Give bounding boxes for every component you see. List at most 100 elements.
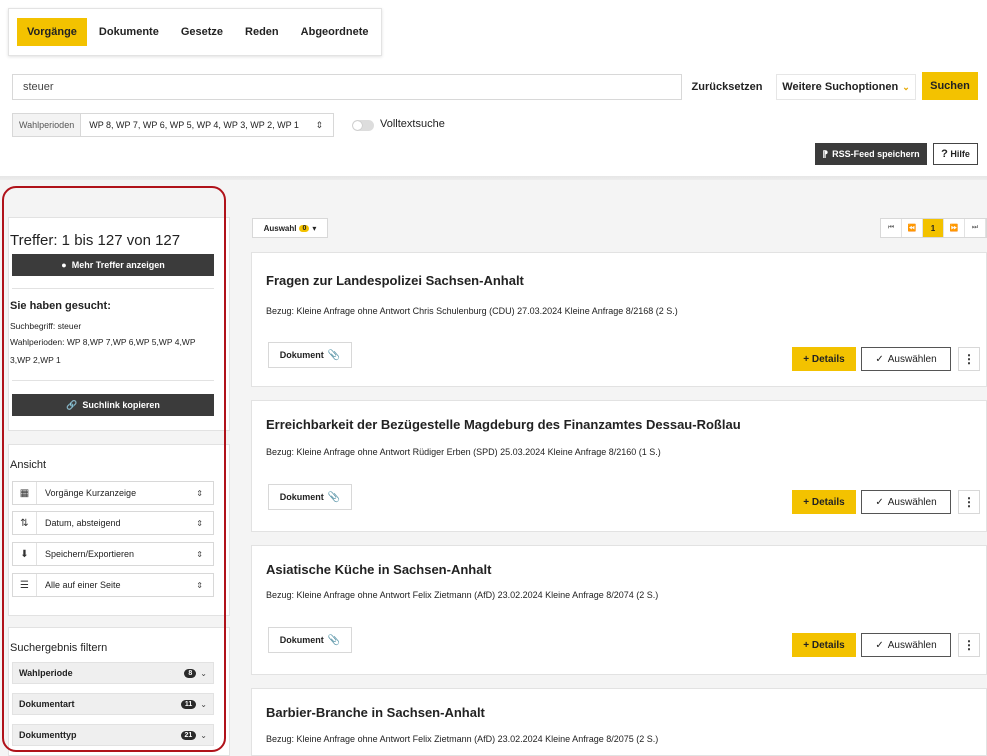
tab-gesetze[interactable]: Gesetze — [171, 18, 233, 46]
plus-circle-icon: ● — [61, 260, 67, 270]
filter-dokumenttyp[interactable]: Dokumenttyp 21 ⌄ — [12, 724, 214, 746]
view-select-label: Alle auf einer Seite — [45, 580, 121, 590]
view-select-display[interactable]: ▦ Vorgänge Kurzanzeige ⇕ — [12, 481, 214, 505]
more-options-button[interactable]: Weitere Suchoptionen ⌄ — [776, 74, 916, 100]
filter-label: Dokumenttyp — [19, 730, 77, 740]
select-caret-icon: ⇕ — [196, 580, 203, 590]
more-options-label: Weitere Suchoptionen — [782, 81, 899, 93]
page-current[interactable]: 1 — [923, 219, 944, 237]
auswahl-label: Auswahl — [263, 223, 297, 233]
toggle-knob — [353, 121, 362, 130]
tab-abgeordnete[interactable]: Abgeordnete — [291, 18, 379, 46]
more-hits-button[interactable]: ● Mehr Treffer anzeigen — [12, 254, 214, 276]
chevron-down-icon: ⌄ — [200, 699, 207, 709]
period-select[interactable]: Wahlperioden WP 8, WP 7, WP 6, WP 5, WP … — [12, 113, 334, 137]
select-button[interactable]: ✓ Auswählen — [861, 347, 951, 371]
search-period-line: Wahlperioden: WP 8,WP 7,WP 6,WP 5,WP 4,W… — [10, 337, 196, 347]
details-button[interactable]: + Details — [792, 633, 856, 657]
filter-label: Dokumentart — [19, 699, 75, 709]
select-label: Auswählen — [887, 496, 937, 508]
select-caret-icon: ⇕ — [196, 488, 203, 498]
result-item: Fragen zur Landespolizei Sachsen-Anhalt … — [251, 252, 987, 387]
tab-reden[interactable]: Reden — [235, 18, 289, 46]
details-button[interactable]: + Details — [792, 490, 856, 514]
view-select-label: Vorgänge Kurzanzeige — [45, 488, 137, 498]
document-label: Dokument — [279, 635, 324, 645]
auswahl-count-badge: 0 — [299, 224, 310, 232]
select-caret-icon: ⇕ — [196, 518, 203, 528]
result-title[interactable]: Fragen zur Landespolizei Sachsen-Anhalt — [266, 273, 524, 288]
tab-dokumente[interactable]: Dokumente — [89, 18, 169, 46]
filter-count-badge: 11 — [180, 699, 197, 709]
period-label: Wahlperioden — [13, 114, 82, 136]
document-chip[interactable]: Dokument 📎 — [268, 342, 352, 368]
list-icon: ☰ — [13, 574, 37, 596]
view-select-page[interactable]: ☰ Alle auf einer Seite ⇕ — [12, 573, 214, 597]
select-caret-icon: ⇕ — [315, 119, 323, 130]
view-select-label: Speichern/Exportieren — [45, 549, 135, 559]
divider — [12, 380, 214, 381]
search-term-line: Suchbegriff: steuer — [10, 321, 82, 331]
view-select-export[interactable]: ⬇ Speichern/Exportieren ⇕ — [12, 542, 214, 566]
hits-title: Treffer: 1 bis 127 von 127 — [10, 232, 181, 249]
filter-count-badge: 8 — [184, 668, 197, 678]
copy-search-link-button[interactable]: 🔗 Suchlink kopieren — [12, 394, 214, 416]
caret-down-icon: ▾ — [312, 223, 317, 233]
result-reference: Bezug: Kleine Anfrage ohne Antwort Chris… — [266, 306, 678, 316]
pagination: ⏮ ⏪ 1 ⏩ ⏭ — [880, 218, 987, 238]
more-actions-button[interactable]: ⋮ — [958, 347, 980, 371]
filter-wahlperiode[interactable]: Wahlperiode 8 ⌄ — [12, 662, 214, 684]
search-period-line-2: 3,WP 2,WP 1 — [10, 355, 61, 365]
last-page-icon[interactable]: ⏭ — [965, 219, 986, 237]
tab-vorgaenge[interactable]: Vorgänge — [17, 18, 87, 46]
filter-dokumentart[interactable]: Dokumentart 11 ⌄ — [12, 693, 214, 715]
details-button[interactable]: + Details — [792, 347, 856, 371]
select-caret-icon: ⇕ — [196, 549, 203, 559]
next-page-icon[interactable]: ⏩ — [944, 219, 965, 237]
help-button[interactable]: ? Hilfe — [933, 143, 978, 165]
document-label: Dokument — [279, 350, 324, 360]
searched-title: Sie haben gesucht: — [10, 300, 111, 312]
result-item: Asiatische Küche in Sachsen-Anhalt Bezug… — [251, 545, 987, 675]
result-reference: Bezug: Kleine Anfrage ohne Antwort Rüdig… — [266, 447, 661, 457]
document-label: Dokument — [279, 492, 324, 502]
download-icon: ⬇ — [13, 543, 37, 565]
previous-page-icon[interactable]: ⏪ — [902, 219, 923, 237]
rss-icon: ⁋ — [822, 148, 829, 159]
result-title[interactable]: Barbier-Branche in Sachsen-Anhalt — [266, 705, 485, 720]
first-page-icon[interactable]: ⏮ — [881, 219, 902, 237]
select-button[interactable]: ✓ Auswählen — [861, 633, 951, 657]
copy-link-label: Suchlink kopieren — [82, 400, 160, 410]
divider — [12, 288, 214, 289]
select-button[interactable]: ✓ Auswählen — [861, 490, 951, 514]
link-icon: 🔗 — [66, 399, 78, 410]
check-circle-icon: ✓ — [875, 639, 884, 651]
select-label: Auswählen — [887, 639, 937, 651]
reset-button[interactable]: Zurücksetzen — [684, 74, 770, 100]
more-actions-button[interactable]: ⋮ — [958, 490, 980, 514]
search-input[interactable] — [12, 74, 682, 100]
result-reference: Bezug: Kleine Anfrage ohne Antwort Felix… — [266, 734, 659, 744]
check-circle-icon: ✓ — [875, 496, 884, 508]
result-title[interactable]: Asiatische Küche in Sachsen-Anhalt — [266, 562, 491, 577]
document-chip[interactable]: Dokument 📎 — [268, 627, 352, 653]
rss-feed-button[interactable]: ⁋ RSS-Feed speichern — [815, 143, 927, 165]
table-icon: ▦ — [13, 482, 37, 504]
more-actions-button[interactable]: ⋮ — [958, 633, 980, 657]
sort-icon: ⇅ — [13, 512, 37, 534]
more-hits-label: Mehr Treffer anzeigen — [71, 260, 165, 270]
result-item: Erreichbarkeit der Bezügestelle Magdebur… — [251, 400, 987, 532]
paperclip-icon: 📎 — [327, 349, 341, 361]
view-select-label: Datum, absteigend — [45, 518, 121, 528]
result-item: Barbier-Branche in Sachsen-Anhalt Bezug:… — [251, 688, 987, 756]
view-select-sort[interactable]: ⇅ Datum, absteigend ⇕ — [12, 511, 214, 535]
document-chip[interactable]: Dokument 📎 — [268, 484, 352, 510]
search-button[interactable]: Suchen — [922, 72, 978, 100]
result-title[interactable]: Erreichbarkeit der Bezügestelle Magdebur… — [266, 417, 741, 432]
auswahl-dropdown[interactable]: Auswahl 0 ▾ — [252, 218, 328, 238]
filter-label: Wahlperiode — [19, 668, 73, 678]
fulltext-toggle[interactable] — [352, 120, 374, 131]
result-reference: Bezug: Kleine Anfrage ohne Antwort Felix… — [266, 590, 659, 600]
chevron-down-icon: ⌄ — [200, 730, 207, 740]
main-tabs: Vorgänge Dokumente Gesetze Reden Abgeord… — [8, 8, 382, 56]
